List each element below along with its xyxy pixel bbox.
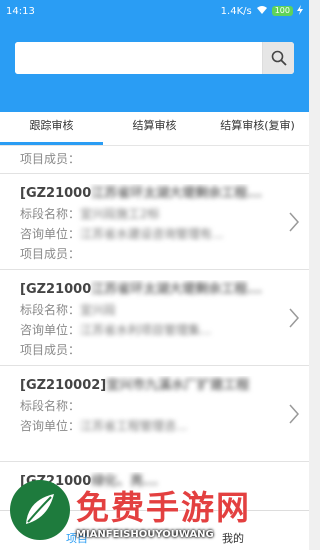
status-bar: 14:13 1.4K/s 100 <box>0 0 309 22</box>
card-title: [GZ21000江苏省环太湖大堤剩余工程... <box>20 280 289 300</box>
project-code: [GZ210002] <box>20 378 107 393</box>
tab-bar: 跟踪审核 结算审核 结算审核(复审) <box>0 112 309 146</box>
project-title: 宜兴市九溪水厂扩建工程 <box>106 378 250 393</box>
project-code: [GZ21000 <box>20 186 92 201</box>
watermark-subtitle: MIANFEISHOUYOUWANG <box>76 528 214 540</box>
member-label: 项目成员： <box>20 152 81 166</box>
consult-label: 咨询单位： <box>20 227 81 241</box>
wifi-icon <box>256 5 268 18</box>
consult-value: 江苏省工程管理咨... <box>80 419 188 433</box>
project-list: 项目成员： [GZ21000江苏省环太湖大堤剩余工程... 标段名称：宜兴段施工… <box>0 146 309 510</box>
member-label: 项目成员： <box>20 343 81 357</box>
network-speed: 1.4K/s <box>220 5 252 17</box>
consult-value: 江苏省水利项目管理集... <box>80 323 212 337</box>
project-code: [GZ21000 <box>20 282 92 297</box>
card-title: [GZ210002]宜兴市九溪水厂扩建工程 <box>20 376 289 396</box>
project-title: 江苏省环太湖大堤剩余工程... <box>91 186 263 201</box>
section-label: 标段名称： <box>20 399 81 413</box>
consult-row: 咨询单位：江苏省工程管理咨... <box>20 416 289 436</box>
consult-row: 咨询单位：江苏省水建设咨询管理有... <box>20 224 289 244</box>
tab-settlement-review[interactable]: 结算审核(复审) <box>206 112 309 145</box>
watermark-logo <box>10 480 70 540</box>
list-item[interactable]: [GZ21000江苏省环太湖大堤剩余工程... 标段名称：宜兴段施工2标 咨询单… <box>0 174 309 270</box>
watermark-text: 免费手游网 MIANFEISHOUYOUWANG <box>76 481 251 540</box>
card-title: [GZ21000江苏省环太湖大堤剩余工程... <box>20 184 289 204</box>
search-bar <box>15 42 294 74</box>
charging-icon <box>297 4 303 18</box>
section-row: 标段名称：宜兴段施工2标 <box>20 204 289 224</box>
tab-settlement-audit[interactable]: 结算审核 <box>103 112 206 145</box>
section-value: 宜兴段 <box>80 303 117 317</box>
search-icon <box>271 50 287 66</box>
consult-row: 咨询单位：江苏省水利项目管理集... <box>20 320 289 340</box>
search-input[interactable] <box>15 42 262 74</box>
status-right: 1.4K/s 100 <box>220 4 303 18</box>
consult-label: 咨询单位： <box>20 323 81 337</box>
section-row: 标段名称： <box>20 396 289 416</box>
section-row: 标段名称：宜兴段 <box>20 300 289 320</box>
section-label: 标段名称： <box>20 303 81 317</box>
leaf-icon <box>26 494 54 524</box>
battery-icon: 100 <box>271 6 293 16</box>
consult-label: 咨询单位： <box>20 419 81 433</box>
consult-value: 江苏省水建设咨询管理有... <box>80 227 224 241</box>
list-item-partial[interactable]: 项目成员： <box>0 146 309 174</box>
section-value: 宜兴段施工2标 <box>80 207 160 221</box>
search-button[interactable] <box>262 42 294 74</box>
tab-tracking-audit[interactable]: 跟踪审核 <box>0 112 103 145</box>
section-label: 标段名称： <box>20 207 81 221</box>
project-title: 江苏省环太湖大堤剩余工程... <box>91 282 263 297</box>
chevron-right-icon <box>289 404 299 423</box>
watermark-title: 免费手游网 <box>76 487 251 527</box>
chevron-right-icon <box>289 308 299 327</box>
watermark: 免费手游网 MIANFEISHOUYOUWANG <box>10 470 305 550</box>
status-time: 14:13 <box>6 5 35 17</box>
list-item[interactable]: [GZ210002]宜兴市九溪水厂扩建工程 标段名称： 咨询单位：江苏省工程管理… <box>0 366 309 462</box>
chevron-right-icon <box>289 212 299 231</box>
member-label: 项目成员： <box>20 247 81 261</box>
list-item[interactable]: [GZ21000江苏省环太湖大堤剩余工程... 标段名称：宜兴段 咨询单位：江苏… <box>0 270 309 366</box>
